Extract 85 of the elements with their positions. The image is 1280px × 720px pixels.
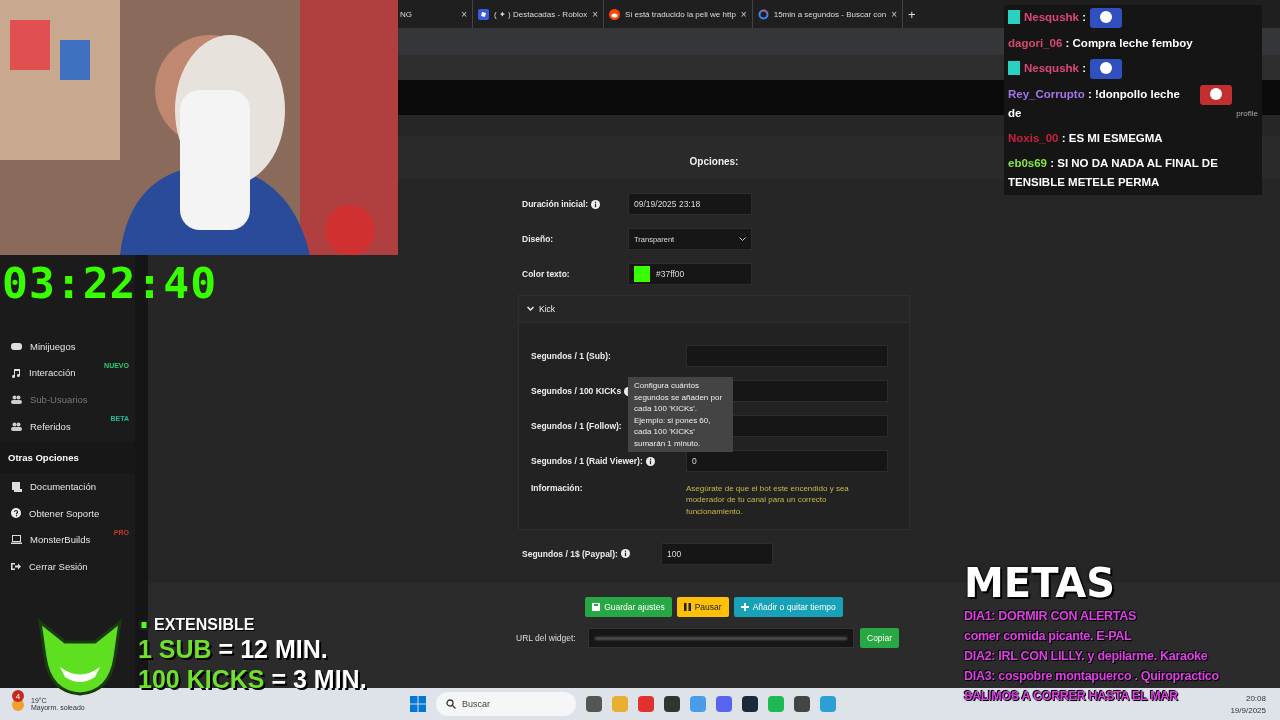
gamepad-icon <box>11 341 22 351</box>
chat-username: Nesqushk <box>1024 62 1079 74</box>
field-label: Duración inicial: <box>522 199 628 210</box>
sidebar-item[interactable]: Cerrar Sesión <box>0 553 135 580</box>
pause-icon <box>683 603 691 612</box>
plus-icon <box>740 603 749 612</box>
chat-username: Nesqushk <box>1024 11 1079 23</box>
notification-badge: 4 <box>12 690 24 702</box>
info-icon[interactable] <box>591 199 601 209</box>
number-field[interactable]: 100 <box>661 542 773 565</box>
field-label: Segundos / 1 (Sub): <box>531 351 611 362</box>
field-label: Color texto: <box>522 269 571 280</box>
new-tab-icon[interactable]: + <box>908 6 916 22</box>
chevron-down-icon <box>527 305 534 312</box>
kick-toggle[interactable]: Kick <box>519 295 909 323</box>
search-icon <box>446 699 456 709</box>
users-icon <box>11 395 22 404</box>
badge-icon <box>1008 10 1020 24</box>
emote-icon <box>1090 8 1122 28</box>
chat-username: Noxis_00 <box>1008 132 1059 144</box>
kick-icon <box>138 618 150 631</box>
goal-line: DIA3: cospobre montapuerco . Quiropractico <box>964 668 1219 685</box>
chat-username: dagori_06 <box>1008 37 1063 49</box>
users-icon <box>11 421 22 431</box>
field-label: Información: <box>531 482 583 493</box>
section-heading: Otras Opciones <box>0 442 135 474</box>
countdown-timer: 03:22:40 <box>2 262 218 305</box>
emote-icon <box>1090 59 1122 79</box>
close-icon[interactable]: × <box>740 8 747 20</box>
taskbar-app-icon[interactable] <box>664 696 680 712</box>
taskbar-app-icon[interactable] <box>794 696 810 712</box>
scroll-icon <box>11 481 22 492</box>
clock-date: 19/9/2025 <box>1230 705 1266 715</box>
start-icon[interactable] <box>410 696 426 712</box>
goal-line: SALIMOS A CORRER HASTA EL MAR <box>964 688 1178 705</box>
sidebar-item[interactable]: Documentación <box>0 473 135 500</box>
profile-link[interactable]: profile <box>1236 104 1258 123</box>
info-text: Asegúrate de que el bot este encendido y sea moderador de tu canal para un correcto funcionamiento. <box>686 482 850 518</box>
chat-username: Rey_Corrupto <box>1008 88 1085 100</box>
chat-message: Nesqushk : <box>1004 56 1262 82</box>
chevron-down-icon <box>739 236 746 242</box>
field-label: Segundos / 1 (Raid Viewer): <box>531 456 655 467</box>
chat-message: Rey_Corrupto : !donpollo leche de profile <box>1004 82 1262 126</box>
rate-line: 1 SUB = 12 MIN. <box>138 633 329 664</box>
goal-line: DIA2: IRL CON LILLY. y depilarme. Karaoke <box>964 648 1208 665</box>
close-icon[interactable]: × <box>891 8 898 20</box>
chat-username: eb0s69 <box>1008 157 1047 169</box>
close-icon[interactable]: × <box>592 8 599 20</box>
close-icon[interactable]: × <box>461 8 467 20</box>
chat-message: Nesqushk : <box>1004 5 1262 31</box>
color-field[interactable]: #37ff00 <box>628 263 752 286</box>
extensible-title: EXTENSIBLE <box>138 615 367 634</box>
date-field[interactable]: 09/19/2025 23:18 <box>628 193 752 216</box>
music-note-icon <box>11 367 21 378</box>
square-icon <box>478 8 489 20</box>
field-label: Segundos / 1 (Follow): <box>531 421 622 432</box>
search-field[interactable]: Buscar <box>436 692 576 716</box>
laptop-icon <box>11 535 22 545</box>
action-button[interactable]: Pausar <box>676 597 729 618</box>
emote-icon <box>1200 85 1233 105</box>
taskbar-app-icon[interactable] <box>742 696 758 712</box>
goal-line: comer comida picante. E-PAL <box>964 628 1132 645</box>
badge-icon <box>1008 61 1020 75</box>
goals-title: METAS <box>964 560 1117 606</box>
goal-line: DIA1: DORMIR CON ALERTAS <box>964 608 1136 625</box>
field-label: Segundos / 1$ (Paypal): <box>522 548 661 559</box>
number-field[interactable]: 0 <box>686 450 888 473</box>
color-swatch[interactable] <box>634 266 650 283</box>
info-icon[interactable] <box>620 549 630 559</box>
logout-icon <box>11 561 21 571</box>
field-label: Diseño: <box>522 234 555 245</box>
chat-message: Noxis_00 : ES MI ESMEGMA <box>1004 126 1262 151</box>
url-field[interactable] <box>588 628 854 649</box>
taskbar-app-icon[interactable] <box>586 696 602 712</box>
info-icon[interactable] <box>645 456 655 466</box>
tooltip: Configura cuántos segundos se añaden por cada 100 'KICKs'. Ejemplo: si pones 60, cada 100 'KICKs' sumarán 1 minuto. <box>628 377 733 452</box>
rate-line: 100 KICKS = 3 MIN. <box>138 663 367 694</box>
sidebar-item[interactable]: Obtener Soporte <box>0 499 135 527</box>
save-icon <box>592 603 601 612</box>
question-icon <box>11 508 21 519</box>
clock-time: 20:08 <box>1245 693 1266 703</box>
chat-message: eb0s69 : SI NO DA NADA AL FINAL DE TENSIBLE METELE PERMA <box>1004 151 1262 195</box>
field-label: URL del widget: <box>516 633 577 644</box>
sidebar-item[interactable]: Minijuegos <box>0 333 135 360</box>
chat-message: dagori_06 : Compra leche femboy <box>1004 31 1262 56</box>
